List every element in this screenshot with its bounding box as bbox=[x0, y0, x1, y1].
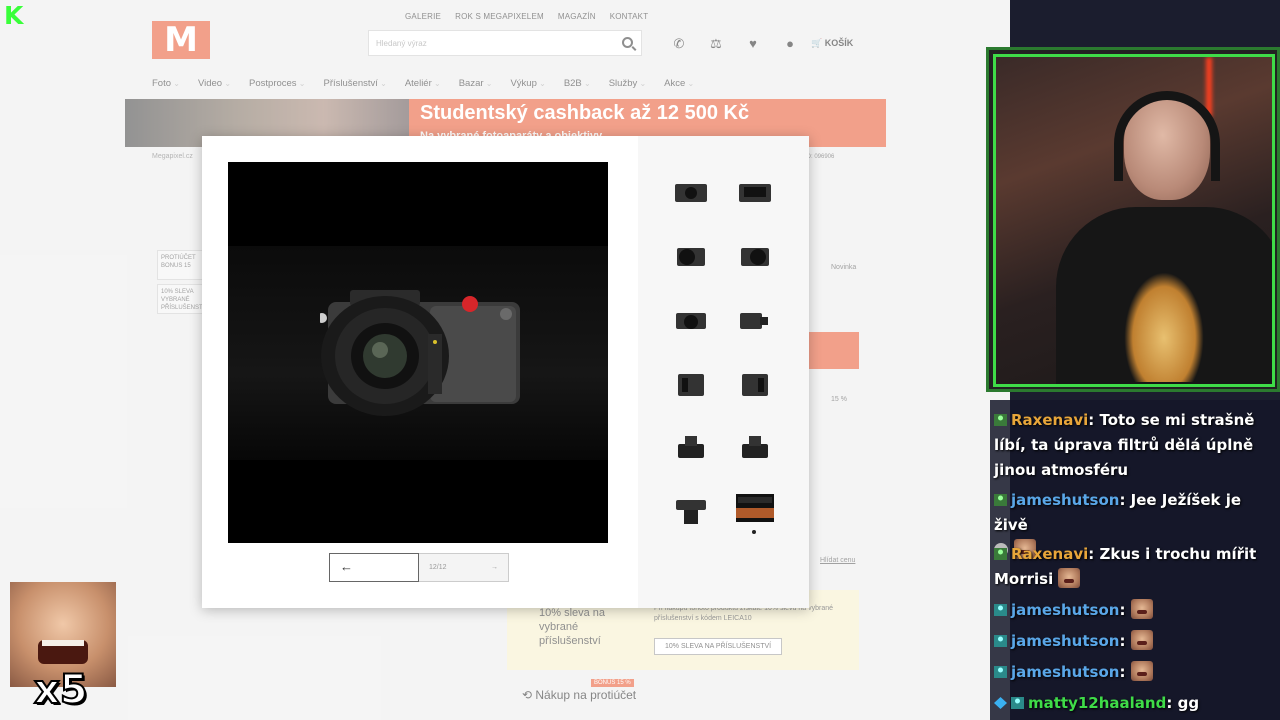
emote-multiplier: x5 bbox=[33, 667, 89, 713]
chat-nick[interactable]: Raxenavi bbox=[1011, 545, 1088, 563]
diamond-badge-icon bbox=[994, 697, 1007, 709]
thumbnail-1[interactable] bbox=[672, 178, 710, 206]
shirt-print bbox=[1124, 272, 1204, 382]
chat-message: jameshutson: bbox=[994, 660, 1153, 685]
chat-text: : bbox=[1119, 632, 1126, 650]
chat-nick[interactable]: jameshutson bbox=[1011, 601, 1119, 619]
chat-text: : gg bbox=[1166, 694, 1200, 712]
thumbnail-panel bbox=[638, 136, 809, 608]
thumbnail-5[interactable] bbox=[672, 306, 710, 334]
thumbnail-9[interactable] bbox=[672, 434, 710, 462]
chat-message: Raxenavi: Toto se mi strašně líbí, ta úp… bbox=[994, 408, 1276, 483]
image-counter: 12/12 bbox=[429, 564, 447, 571]
user-badge-icon bbox=[994, 604, 1007, 616]
arrow-left-icon: ← bbox=[340, 559, 353, 574]
background-light bbox=[1206, 57, 1212, 117]
thumbnail-10[interactable] bbox=[736, 434, 774, 462]
webcam-frame bbox=[986, 47, 1280, 392]
headset bbox=[1114, 91, 1220, 181]
thumbnail-12[interactable] bbox=[736, 494, 774, 522]
emote-icon bbox=[1130, 630, 1153, 650]
active-thumb-indicator bbox=[752, 530, 756, 534]
user-badge-icon bbox=[994, 414, 1007, 426]
next-button[interactable]: 12/12 → bbox=[419, 553, 509, 582]
chat-message: jameshutson: bbox=[994, 629, 1153, 654]
chat-nick[interactable]: jameshutson bbox=[1011, 663, 1119, 681]
emote-icon bbox=[1058, 568, 1081, 588]
user-badge-icon bbox=[994, 666, 1007, 678]
gallery-modal: ← 12/12 → bbox=[202, 136, 809, 608]
user-badge-icon bbox=[994, 635, 1007, 647]
gallery-pager: ← 12/12 → bbox=[329, 553, 509, 582]
emote-icon bbox=[1130, 661, 1153, 681]
arrow-right-icon: → bbox=[491, 564, 498, 571]
chat-text: : bbox=[1119, 601, 1126, 619]
thumbnail-2[interactable] bbox=[736, 178, 774, 206]
chat-message: Raxenavi: Zkus i trochu mířit Morrisi bbox=[994, 542, 1276, 592]
chat-text: : bbox=[1119, 663, 1126, 681]
thumbnail-8[interactable] bbox=[736, 370, 774, 398]
chat-nick[interactable]: jameshutson bbox=[1011, 632, 1119, 650]
user-badge-icon bbox=[994, 548, 1007, 560]
prev-button[interactable]: ← bbox=[329, 553, 419, 582]
kick-logo-icon: K bbox=[4, 1, 24, 30]
user-badge-icon bbox=[994, 494, 1007, 506]
webcam-video bbox=[993, 54, 1275, 387]
thumbnail-3[interactable] bbox=[672, 242, 710, 270]
chat-nick[interactable]: jameshutson bbox=[1011, 491, 1119, 509]
chat-nick[interactable]: matty12haaland bbox=[1028, 694, 1166, 712]
chat-message: jameshutson: bbox=[994, 598, 1153, 623]
thumbnail-6[interactable] bbox=[736, 306, 774, 334]
thumbnail-11[interactable] bbox=[672, 498, 710, 526]
thumbnail-4[interactable] bbox=[736, 242, 774, 270]
main-image[interactable] bbox=[228, 162, 608, 543]
camera-image bbox=[320, 290, 520, 416]
user-badge-icon bbox=[1011, 697, 1024, 709]
chat-message: matty12haaland: gg bbox=[994, 691, 1199, 716]
emote-icon bbox=[1130, 599, 1153, 619]
emote-teeth bbox=[42, 640, 84, 646]
chat-panel: Raxenavi: Toto se mi strašně líbí, ta úp… bbox=[990, 400, 1280, 720]
thumbnail-7[interactable] bbox=[672, 370, 710, 398]
chat-nick[interactable]: Raxenavi bbox=[1011, 411, 1088, 429]
